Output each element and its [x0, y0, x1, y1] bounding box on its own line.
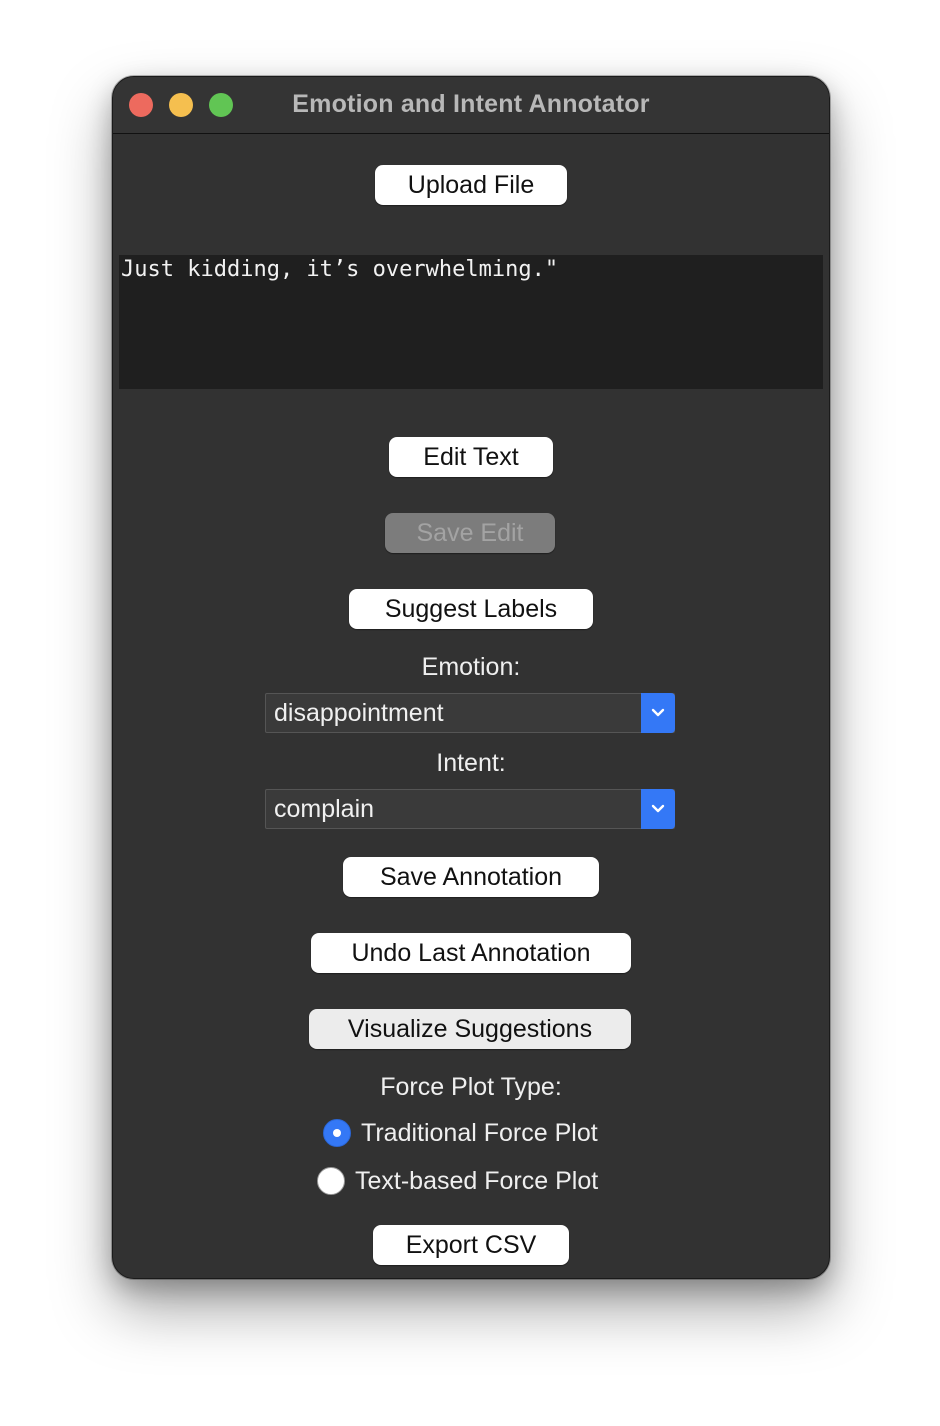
radio-label: Traditional Force Plot — [361, 1119, 598, 1147]
app-window: Emotion and Intent Annotator Upload File… — [112, 76, 830, 1279]
suggest-labels-button[interactable]: Suggest Labels — [349, 589, 593, 629]
force-plot-type-label: Force Plot Type: — [380, 1073, 562, 1101]
intent-label: Intent: — [436, 749, 506, 777]
chevron-down-icon[interactable] — [641, 789, 675, 829]
radio-label: Text-based Force Plot — [355, 1167, 599, 1195]
radio-unselected-icon[interactable] — [317, 1167, 345, 1195]
edit-text-button[interactable]: Edit Text — [389, 437, 553, 477]
intent-select[interactable]: complain — [265, 789, 675, 829]
window-title: Emotion and Intent Annotator — [292, 90, 650, 118]
radio-selected-icon[interactable] — [323, 1119, 351, 1147]
intent-select-value: complain — [274, 795, 375, 823]
title-bar[interactable]: Emotion and Intent Annotator — [113, 77, 829, 134]
emotion-select-value: disappointment — [274, 699, 444, 727]
save-edit-button[interactable]: Save Edit — [385, 513, 555, 553]
save-annotation-button[interactable]: Save Annotation — [343, 857, 599, 897]
emotion-label: Emotion: — [421, 653, 521, 681]
upload-file-button[interactable]: Upload File — [375, 165, 567, 205]
chevron-down-icon[interactable] — [641, 693, 675, 733]
radio-traditional-force-plot[interactable]: Traditional Force Plot — [323, 1117, 623, 1151]
visualize-suggestions-button[interactable]: Visualize Suggestions — [309, 1009, 631, 1049]
emotion-select[interactable]: disappointment — [265, 693, 675, 733]
export-csv-button[interactable]: Export CSV — [373, 1225, 569, 1265]
undo-last-annotation-button[interactable]: Undo Last Annotation — [311, 933, 631, 973]
radio-text-based-force-plot[interactable]: Text-based Force Plot — [317, 1165, 627, 1199]
text-display-area[interactable]: Just kidding, it’s overwhelming." — [119, 255, 823, 389]
